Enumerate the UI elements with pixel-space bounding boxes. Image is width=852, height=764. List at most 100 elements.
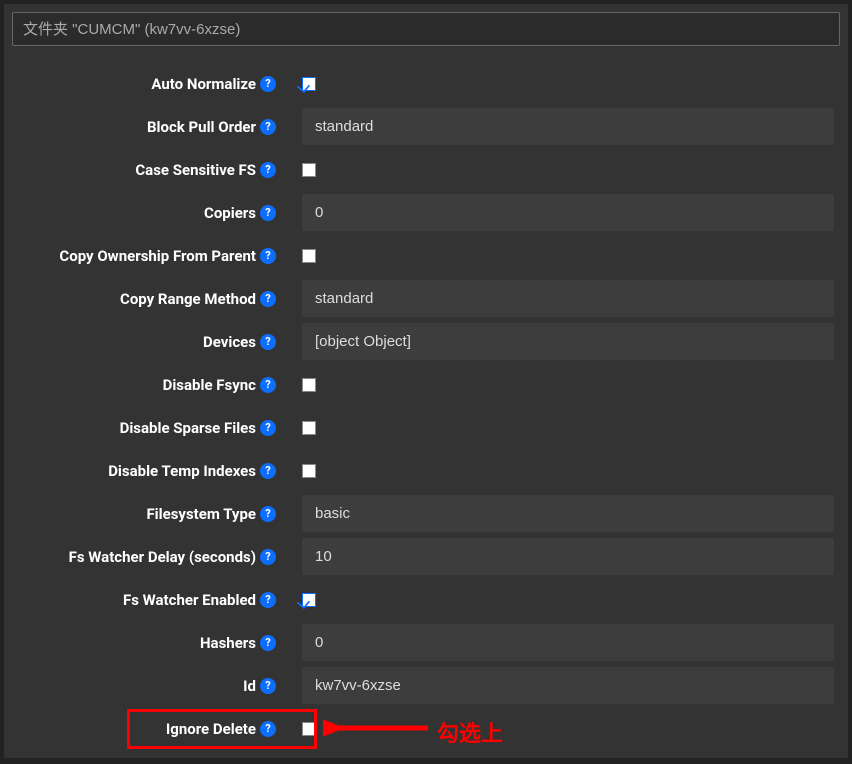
- label-disable-sparse-files: Disable Sparse Files: [120, 419, 256, 437]
- help-icon[interactable]: ?: [260, 377, 276, 393]
- control-cell: [284, 194, 834, 231]
- help-icon[interactable]: ?: [260, 549, 276, 565]
- row-devices: Devices ?: [18, 320, 834, 363]
- label-disable-temp-indexes: Disable Temp Indexes: [108, 462, 256, 480]
- label-cell: Auto Normalize ?: [18, 75, 284, 93]
- label-cell: Disable Temp Indexes ?: [18, 462, 284, 480]
- control-cell: [284, 495, 834, 532]
- input-id[interactable]: [302, 667, 834, 704]
- help-icon[interactable]: ?: [260, 506, 276, 522]
- label-auto-normalize: Auto Normalize: [151, 75, 256, 93]
- control-cell: [284, 378, 834, 392]
- checkbox-fs-watcher-enabled[interactable]: [302, 593, 316, 607]
- row-disable-fsync: Disable Fsync ?: [18, 363, 834, 406]
- checkbox-disable-sparse-files[interactable]: [302, 421, 316, 435]
- label-hashers: Hashers: [200, 634, 256, 652]
- label-fs-watcher-enabled: Fs Watcher Enabled: [123, 591, 256, 609]
- control-cell: [284, 722, 834, 736]
- label-disable-fsync: Disable Fsync: [163, 376, 256, 394]
- input-block-pull-order[interactable]: [302, 108, 834, 145]
- label-copy-ownership: Copy Ownership From Parent: [59, 247, 256, 265]
- checkbox-disable-fsync[interactable]: [302, 378, 316, 392]
- label-cell: Devices ?: [18, 333, 284, 351]
- row-disable-temp-indexes: Disable Temp Indexes ?: [18, 449, 834, 492]
- help-icon[interactable]: ?: [260, 291, 276, 307]
- label-case-sensitive-fs: Case Sensitive FS: [135, 161, 256, 179]
- folder-title-input[interactable]: [23, 20, 829, 37]
- row-copy-ownership: Copy Ownership From Parent ?: [18, 234, 834, 277]
- label-devices: Devices: [203, 333, 256, 351]
- row-disable-sparse-files: Disable Sparse Files ?: [18, 406, 834, 449]
- form-rows: Auto Normalize ? Block Pull Order ? Case…: [8, 58, 844, 754]
- row-fs-watcher-delay: Fs Watcher Delay (seconds) ?: [18, 535, 834, 578]
- row-ignore-delete: Ignore Delete ?: [18, 707, 834, 750]
- control-cell: [284, 624, 834, 661]
- help-icon[interactable]: ?: [260, 119, 276, 135]
- control-cell: [284, 667, 834, 704]
- label-block-pull-order: Block Pull Order: [147, 118, 256, 136]
- label-ignore-delete: Ignore Delete: [166, 720, 256, 738]
- control-cell: [284, 538, 834, 575]
- settings-panel: Auto Normalize ? Block Pull Order ? Case…: [4, 4, 848, 758]
- help-icon[interactable]: ?: [260, 721, 276, 737]
- label-cell: Copy Ownership From Parent ?: [18, 247, 284, 265]
- help-icon[interactable]: ?: [260, 463, 276, 479]
- control-cell: [284, 323, 834, 360]
- label-cell: Copy Range Method ?: [18, 290, 284, 308]
- help-icon[interactable]: ?: [260, 592, 276, 608]
- label-cell: Fs Watcher Delay (seconds) ?: [18, 548, 284, 566]
- checkbox-auto-normalize[interactable]: [302, 77, 316, 91]
- control-cell: [284, 163, 834, 177]
- row-block-pull-order: Block Pull Order ?: [18, 105, 834, 148]
- control-cell: [284, 108, 834, 145]
- label-cell: Fs Watcher Enabled ?: [18, 591, 284, 609]
- checkbox-case-sensitive-fs[interactable]: [302, 163, 316, 177]
- row-case-sensitive-fs: Case Sensitive FS ?: [18, 148, 834, 191]
- label-filesystem-type: Filesystem Type: [146, 505, 256, 523]
- control-cell: [284, 77, 834, 91]
- help-icon[interactable]: ?: [260, 334, 276, 350]
- help-icon[interactable]: ?: [260, 420, 276, 436]
- row-copy-range-method: Copy Range Method ?: [18, 277, 834, 320]
- control-cell: [284, 421, 834, 435]
- label-id: Id: [243, 677, 256, 695]
- label-cell: Id ?: [18, 677, 284, 695]
- input-fs-watcher-delay[interactable]: [302, 538, 834, 575]
- help-icon[interactable]: ?: [260, 162, 276, 178]
- label-cell: Filesystem Type ?: [18, 505, 284, 523]
- help-icon[interactable]: ?: [260, 678, 276, 694]
- input-hashers[interactable]: [302, 624, 834, 661]
- input-devices[interactable]: [302, 323, 834, 360]
- row-hashers: Hashers ?: [18, 621, 834, 664]
- row-auto-normalize: Auto Normalize ?: [18, 62, 834, 105]
- label-cell: Copiers ?: [18, 204, 284, 222]
- label-cell: Hashers ?: [18, 634, 284, 652]
- checkbox-ignore-delete[interactable]: [302, 722, 316, 736]
- help-icon[interactable]: ?: [260, 635, 276, 651]
- control-cell: [284, 249, 834, 263]
- label-cell: Case Sensitive FS ?: [18, 161, 284, 179]
- input-filesystem-type[interactable]: [302, 495, 834, 532]
- row-fs-watcher-enabled: Fs Watcher Enabled ?: [18, 578, 834, 621]
- label-copy-range-method: Copy Range Method: [120, 290, 256, 308]
- checkbox-copy-ownership[interactable]: [302, 249, 316, 263]
- label-cell: Disable Fsync ?: [18, 376, 284, 394]
- control-cell: [284, 280, 834, 317]
- row-copiers: Copiers ?: [18, 191, 834, 234]
- row-id: Id ?: [18, 664, 834, 707]
- checkbox-disable-temp-indexes[interactable]: [302, 464, 316, 478]
- input-copiers[interactable]: [302, 194, 834, 231]
- help-icon[interactable]: ?: [260, 76, 276, 92]
- control-cell: [284, 593, 834, 607]
- label-cell: Ignore Delete ?: [18, 720, 284, 738]
- input-copy-range-method[interactable]: [302, 280, 834, 317]
- help-icon[interactable]: ?: [260, 248, 276, 264]
- folder-title-wrap: [12, 12, 840, 46]
- label-cell: Block Pull Order ?: [18, 118, 284, 136]
- row-filesystem-type: Filesystem Type ?: [18, 492, 834, 535]
- label-copiers: Copiers: [204, 204, 256, 222]
- control-cell: [284, 464, 834, 478]
- label-cell: Disable Sparse Files ?: [18, 419, 284, 437]
- help-icon[interactable]: ?: [260, 205, 276, 221]
- label-fs-watcher-delay: Fs Watcher Delay (seconds): [69, 548, 256, 566]
